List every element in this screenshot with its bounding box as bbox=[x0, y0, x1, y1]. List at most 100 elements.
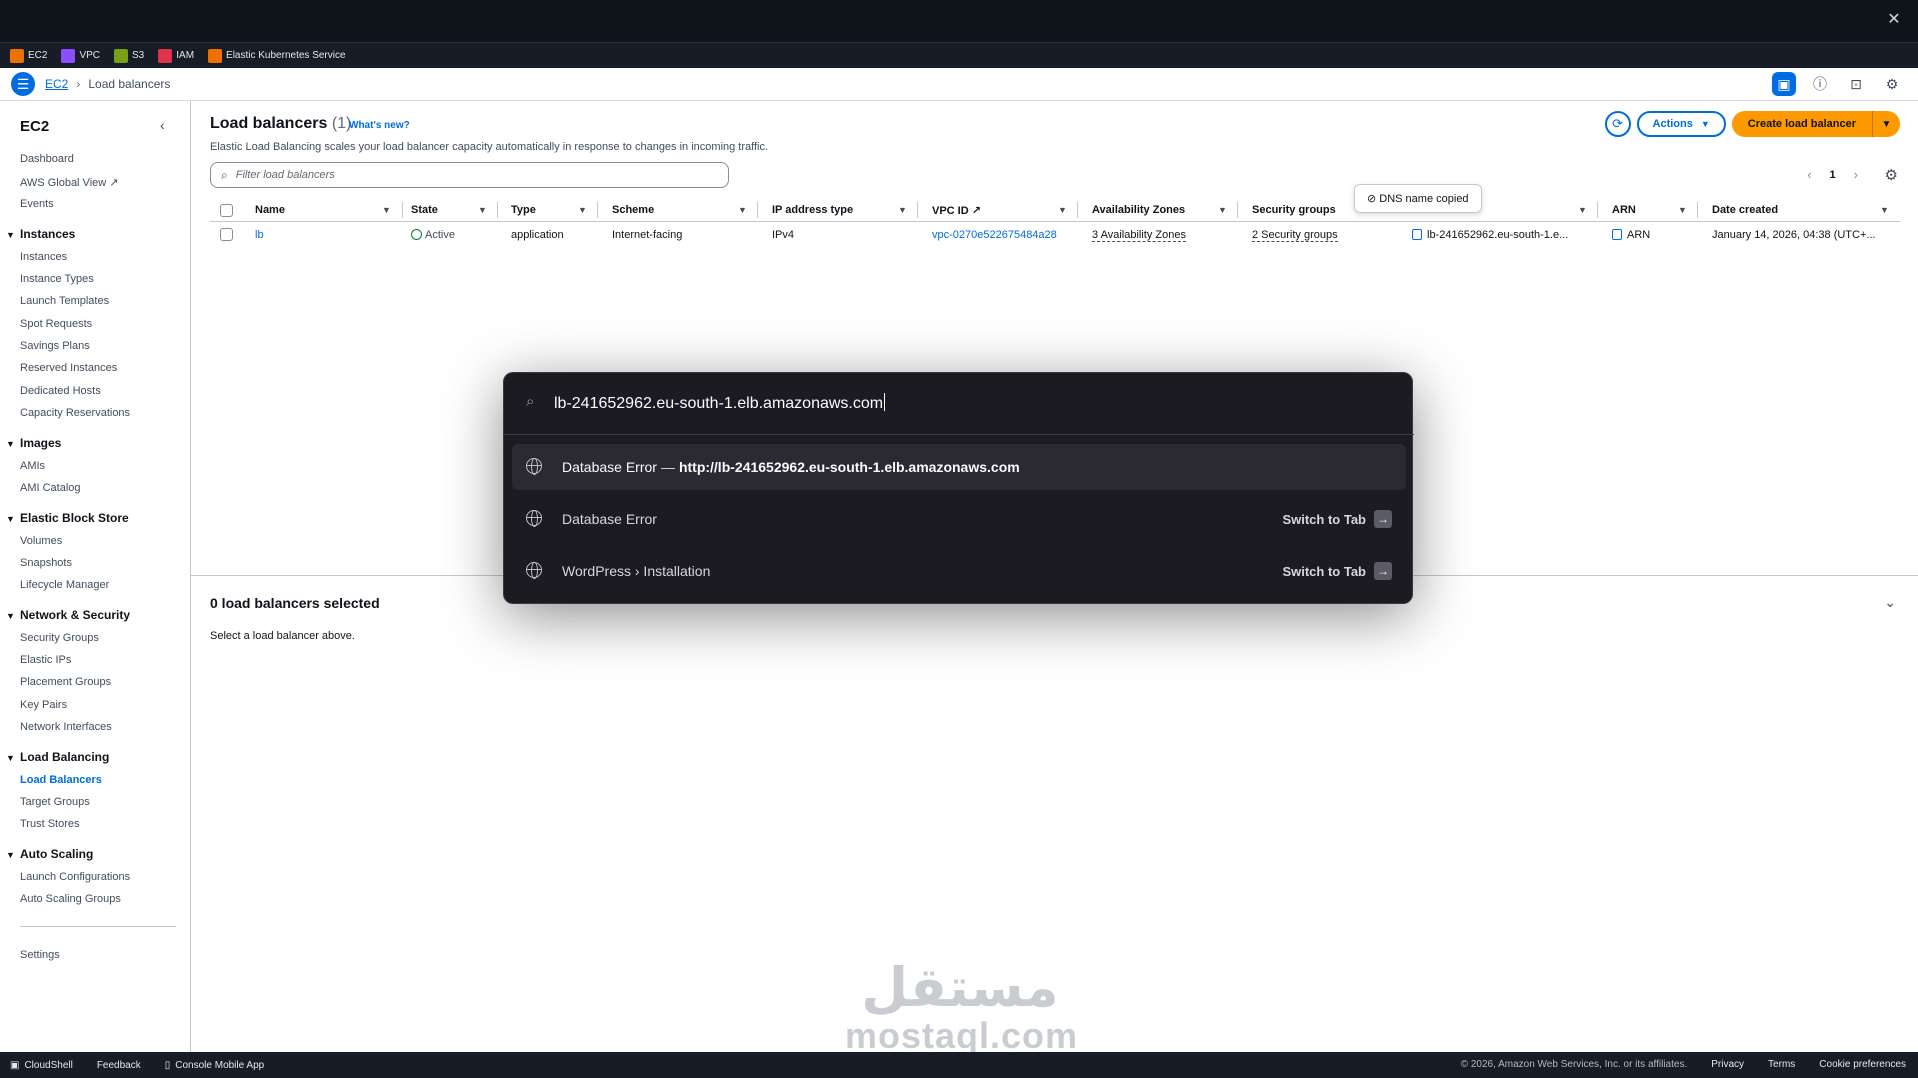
column-arn[interactable]: ARN bbox=[1612, 204, 1636, 216]
favorite-ec2[interactable]: EC2 bbox=[10, 48, 47, 63]
sort-icon[interactable]: ▼ bbox=[1578, 205, 1587, 215]
sidebar-item-load-balancers[interactable]: Load Balancers bbox=[20, 774, 102, 786]
sidebar-section-ebs[interactable]: ▼ Elastic Block Store bbox=[6, 511, 129, 525]
column-type[interactable]: Type bbox=[511, 204, 536, 216]
copy-icon[interactable] bbox=[1612, 229, 1622, 240]
switch-to-tab-button[interactable]: Switch to Tab → bbox=[1282, 562, 1392, 580]
sidebar-section-auto-scaling[interactable]: ▼ Auto Scaling bbox=[6, 847, 93, 861]
sidebar-item-dashboard[interactable]: Dashboard bbox=[20, 153, 74, 165]
sidebar-item-amis[interactable]: AMIs bbox=[20, 460, 45, 472]
sidebar-item-placement-groups[interactable]: Placement Groups bbox=[20, 676, 111, 688]
filter-load-balancers-input[interactable]: ⌕ Filter load balancers bbox=[210, 162, 729, 188]
suggestion-item[interactable]: Database Error Switch to Tab → bbox=[512, 496, 1406, 542]
lb-security-groups[interactable]: 2 Security groups bbox=[1252, 229, 1338, 242]
sidebar-item-launch-templates[interactable]: Launch Templates bbox=[20, 295, 109, 307]
suggestion-item[interactable]: Database Error — http://lb-241652962.eu-so… bbox=[512, 444, 1406, 490]
table-preferences-gear-icon[interactable]: ⚙ bbox=[1885, 166, 1898, 184]
sidebar-item-volumes[interactable]: Volumes bbox=[20, 535, 62, 547]
panel-toggle-icon[interactable]: ▣ bbox=[1772, 72, 1796, 96]
collapse-sidebar-icon[interactable]: ‹ bbox=[160, 117, 165, 133]
sidebar-item-settings[interactable]: Settings bbox=[20, 949, 60, 961]
column-date-created[interactable]: Date created bbox=[1712, 204, 1778, 216]
column-scheme[interactable]: Scheme bbox=[612, 204, 654, 216]
create-dropdown-caret-icon[interactable]: ▼ bbox=[1872, 111, 1900, 137]
sidebar-item-lifecycle-manager[interactable]: Lifecycle Manager bbox=[20, 579, 109, 591]
sidebar-item-target-groups[interactable]: Target Groups bbox=[20, 796, 90, 808]
sidebar-item-trust-stores[interactable]: Trust Stores bbox=[20, 818, 80, 830]
sidebar-item-dedicated-hosts[interactable]: Dedicated Hosts bbox=[20, 385, 101, 397]
favorite-eks[interactable]: Elastic Kubernetes Service bbox=[208, 48, 346, 63]
sidebar-item-instances[interactable]: Instances bbox=[20, 251, 67, 263]
settings-icon[interactable]: ⚙ bbox=[1880, 72, 1904, 96]
favorite-iam[interactable]: IAM bbox=[158, 48, 194, 63]
cookie-preferences-link[interactable]: Cookie preferences bbox=[1819, 1059, 1906, 1070]
sidebar-item-events[interactable]: Events bbox=[20, 198, 54, 210]
column-state[interactable]: State bbox=[411, 204, 438, 216]
sidebar-section-images[interactable]: ▼ Images bbox=[6, 436, 61, 450]
select-all-checkbox[interactable] bbox=[220, 204, 233, 217]
sidebar-item-security-groups[interactable]: Security Groups bbox=[20, 632, 99, 644]
sort-icon[interactable]: ▼ bbox=[478, 205, 487, 215]
sort-icon[interactable]: ▼ bbox=[1880, 205, 1889, 215]
sidebar-item-network-interfaces[interactable]: Network Interfaces bbox=[20, 721, 112, 733]
lb-name-link[interactable]: lb bbox=[255, 229, 264, 241]
sort-icon[interactable]: ▼ bbox=[898, 205, 907, 215]
url-input[interactable]: ⌕ lb-241652962.eu-south-1.elb.amazonaws.… bbox=[504, 373, 1414, 435]
next-page-icon[interactable]: › bbox=[1854, 167, 1858, 182]
sidebar-item-global-view[interactable]: AWS Global View ↗ bbox=[20, 176, 118, 189]
copy-icon[interactable] bbox=[1412, 229, 1422, 240]
whats-new-link[interactable]: What's new? bbox=[349, 120, 410, 131]
column-vpc-id[interactable]: VPC ID ↗ bbox=[932, 204, 981, 217]
terms-link[interactable]: Terms bbox=[1768, 1059, 1795, 1070]
info-icon[interactable]: ⓘ bbox=[1808, 72, 1832, 96]
favorite-vpc[interactable]: VPC bbox=[61, 48, 100, 63]
sidebar-item-launch-configurations[interactable]: Launch Configurations bbox=[20, 871, 130, 883]
sidebar-section-instances[interactable]: ▼ Instances bbox=[6, 227, 75, 241]
caret-down-icon: ▼ bbox=[6, 850, 15, 860]
sidebar-section-network-security[interactable]: ▼ Network & Security bbox=[6, 608, 130, 622]
sort-icon[interactable]: ▼ bbox=[1218, 205, 1227, 215]
sidebar-item-snapshots[interactable]: Snapshots bbox=[20, 557, 72, 569]
sidebar-item-capacity-reservations[interactable]: Capacity Reservations bbox=[20, 407, 130, 419]
column-availability-zones[interactable]: Availability Zones bbox=[1092, 204, 1185, 216]
cloudshell-button[interactable]: ▣ CloudShell bbox=[10, 1060, 73, 1071]
breadcrumb-ec2[interactable]: EC2 bbox=[45, 77, 68, 91]
column-ip-address-type[interactable]: IP address type bbox=[772, 204, 853, 216]
column-security-groups[interactable]: Security groups bbox=[1252, 204, 1336, 216]
sort-icon[interactable]: ▼ bbox=[1058, 205, 1067, 215]
lb-availability-zones[interactable]: 3 Availability Zones bbox=[1092, 229, 1186, 242]
sidebar-item-elastic-ips[interactable]: Elastic IPs bbox=[20, 654, 71, 666]
monitor-icon[interactable]: ⊡ bbox=[1844, 72, 1868, 96]
lb-vpc-id-link[interactable]: vpc-0270e522675484a28 bbox=[932, 229, 1057, 241]
sidebar-section-load-balancing[interactable]: ▼ Load Balancing bbox=[6, 750, 109, 764]
sidebar-item-instance-types[interactable]: Instance Types bbox=[20, 273, 94, 285]
refresh-button[interactable]: ⟳ bbox=[1604, 111, 1631, 137]
chevron-down-icon[interactable]: ⌄ bbox=[1884, 594, 1896, 611]
console-mobile-app-link[interactable]: ▯ Console Mobile App bbox=[165, 1060, 264, 1071]
create-load-balancer-button[interactable]: Create load balancer bbox=[1731, 111, 1872, 137]
suggestion-item[interactable]: WordPress › Installation Switch to Tab → bbox=[512, 548, 1406, 594]
split-panel-title: 0 load balancers selected bbox=[210, 595, 380, 611]
sort-icon[interactable]: ▼ bbox=[578, 205, 587, 215]
current-page[interactable]: 1 bbox=[1830, 169, 1836, 181]
switch-to-tab-button[interactable]: Switch to Tab → bbox=[1282, 510, 1392, 528]
sidebar-item-spot-requests[interactable]: Spot Requests bbox=[20, 318, 92, 330]
close-icon[interactable]: ✕ bbox=[1884, 10, 1904, 30]
column-name[interactable]: Name bbox=[255, 204, 285, 216]
sidebar-item-auto-scaling-groups[interactable]: Auto Scaling Groups bbox=[20, 893, 121, 905]
sort-icon[interactable]: ▼ bbox=[382, 205, 391, 215]
table-row[interactable]: lb Active application Internet-facing IP… bbox=[210, 222, 1900, 248]
sort-icon[interactable]: ▼ bbox=[1678, 205, 1687, 215]
previous-page-icon[interactable]: ‹ bbox=[1807, 167, 1811, 182]
sidebar-item-reserved-instances[interactable]: Reserved Instances bbox=[20, 362, 117, 374]
sidebar-item-savings-plans[interactable]: Savings Plans bbox=[20, 340, 90, 352]
sort-icon[interactable]: ▼ bbox=[738, 205, 747, 215]
hamburger-menu-icon[interactable]: ☰ bbox=[11, 72, 35, 96]
row-checkbox[interactable] bbox=[220, 228, 233, 241]
sidebar-item-ami-catalog[interactable]: AMI Catalog bbox=[20, 482, 81, 494]
favorite-s3[interactable]: S3 bbox=[114, 48, 144, 63]
feedback-link[interactable]: Feedback bbox=[97, 1060, 141, 1071]
privacy-link[interactable]: Privacy bbox=[1711, 1059, 1744, 1070]
actions-button[interactable]: Actions ▼ bbox=[1636, 111, 1726, 137]
sidebar-item-key-pairs[interactable]: Key Pairs bbox=[20, 699, 67, 711]
